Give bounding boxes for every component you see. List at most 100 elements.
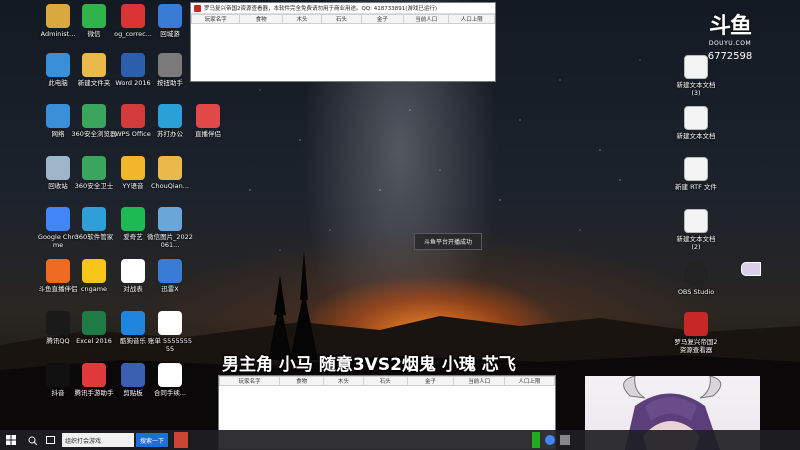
- desktop-icon[interactable]: 新建 RTF 文件: [673, 157, 719, 191]
- room-number: 6772598: [707, 51, 753, 62]
- taskbar-app-3[interactable]: [560, 435, 570, 445]
- search-icon: [28, 436, 37, 445]
- doc-file-icon: [158, 363, 182, 387]
- douyu-domain: DOUYU.COM: [708, 40, 752, 47]
- search-taskbar-icon[interactable]: [24, 432, 40, 448]
- column-header[interactable]: 人口上限: [503, 376, 556, 386]
- resource-table: 玩家名字 食物 木头 石头 金子 当前人口 人口上限: [190, 14, 495, 24]
- obs-icon: [684, 262, 708, 286]
- desktop-icon[interactable]: 迅雷X: [147, 259, 193, 293]
- column-header[interactable]: 当前人口: [403, 14, 450, 24]
- column-header[interactable]: 人口上限: [448, 14, 495, 24]
- 360-guard-icon: [82, 156, 106, 180]
- clipboard-icon: [121, 363, 145, 387]
- desktop-icon-label: 新建 RTF 文件: [675, 183, 717, 191]
- wps-icon: [121, 104, 145, 128]
- 360-software-icon: [82, 207, 106, 231]
- desktop-icon-label: 迅雷X: [161, 285, 179, 293]
- desktop-icon-label: 新建文本文档 (2): [676, 235, 716, 251]
- live-companion-icon: [196, 104, 220, 128]
- text-file-icon: [684, 209, 708, 233]
- stream-started-toast: 斗鱼平台开播成功: [414, 233, 482, 250]
- 360-browser-icon: [82, 104, 106, 128]
- desktop-icon-label: 合同手续...: [153, 389, 187, 397]
- column-header[interactable]: 石头: [363, 376, 408, 386]
- taskbar-app-green[interactable]: [532, 432, 540, 448]
- sudabangong-icon: [158, 104, 182, 128]
- kugou-icon: [121, 311, 145, 335]
- user-folder-icon: [46, 4, 70, 28]
- column-header[interactable]: 金子: [406, 376, 455, 386]
- desktop-icon[interactable]: 微信图片_2022061...: [147, 207, 193, 249]
- helper-icon: [158, 53, 182, 77]
- taskbar-app-1[interactable]: [174, 432, 189, 448]
- game-icon: [158, 4, 182, 28]
- desktop-icon[interactable]: ChouQian...: [147, 156, 193, 190]
- cngame-icon: [82, 259, 106, 283]
- column-header[interactable]: 石头: [321, 14, 362, 24]
- rtf-file-icon: [684, 157, 708, 181]
- text-file-icon: [121, 259, 145, 283]
- douyu-logo: 斗鱼: [708, 14, 752, 39]
- column-header[interactable]: 当前人口: [453, 376, 505, 386]
- desktop-icon[interactable]: 合同手续...: [147, 363, 193, 397]
- column-header[interactable]: 食物: [239, 14, 283, 24]
- stream-subtitle: 男主角 小马 随意3VS2烟鬼 小瑰 芯飞: [222, 355, 516, 375]
- window-titlebar[interactable]: 罗马复兴帝国2资源查看器，本软件完全免费请勿用于商业用途。QQ: 4187338…: [191, 3, 495, 14]
- recycle-bin-icon: [46, 156, 70, 180]
- column-header[interactable]: 食物: [279, 376, 324, 386]
- yy-icon: [121, 156, 145, 180]
- search-input-text: 组织打会游戏: [65, 437, 102, 445]
- folder-icon: [158, 156, 182, 180]
- word-icon: [121, 53, 145, 77]
- desktop-icon-label: 回城游: [160, 30, 180, 38]
- app-icon: [194, 4, 201, 12]
- desktop-icon-label: 微信图片_2022061...: [147, 233, 193, 249]
- desktop-icon-label: ChouQian...: [151, 182, 189, 190]
- roman-app-icon: [684, 312, 708, 336]
- tencent-mobile-game-icon: [82, 363, 106, 387]
- network-icon: [46, 104, 70, 128]
- desktop-icon-label: 按扭助手: [157, 79, 183, 87]
- desktop-icon[interactable]: 新建文本文档: [673, 106, 719, 140]
- wechat-icon: [82, 4, 106, 28]
- search-button[interactable]: 搜索一下: [136, 433, 169, 447]
- column-header[interactable]: 玩家名字: [190, 14, 241, 24]
- column-header[interactable]: 玩家名字: [218, 376, 281, 386]
- qq-icon: [46, 311, 70, 335]
- search-input[interactable]: 组织打会游戏: [62, 433, 134, 447]
- table-header-row: 玩家名字 食物 木头 石头 金子 当前人口 人口上限: [218, 376, 556, 386]
- desktop-icon[interactable]: 回城游: [147, 4, 193, 38]
- side-tab[interactable]: [741, 262, 761, 276]
- taskbar: 组织打会游戏 搜索一下: [0, 430, 800, 450]
- desktop-icon-label: 新建文本文档 (3): [676, 81, 716, 97]
- douyu-watermark: 斗鱼 DOUYU.COM 6772598: [702, 8, 758, 62]
- column-header[interactable]: 金子: [360, 14, 405, 24]
- column-header[interactable]: 木头: [322, 376, 365, 386]
- column-header[interactable]: 木头: [281, 14, 323, 24]
- taskbar-app-chrome[interactable]: [545, 435, 555, 445]
- xunlei-icon: [158, 259, 182, 283]
- windows-logo-icon: [6, 435, 16, 445]
- image-file-icon: [158, 207, 182, 231]
- red-app-icon: [121, 4, 145, 28]
- desktop-icon[interactable]: 罗马复兴帝国2资源查看器: [673, 312, 719, 354]
- desktop-icon-label: 账单 555555555: [147, 337, 192, 353]
- task-view-icon: [45, 436, 55, 444]
- desktop-icon[interactable]: 直播伴侣: [185, 104, 231, 138]
- iqiyi-icon: [121, 207, 145, 231]
- window-title: 罗马复兴帝国2资源查看器，本软件完全免费请勿用于商业用途。QQ: 4187338…: [204, 6, 438, 12]
- resource-viewer-window[interactable]: 罗马复兴帝国2资源查看器，本软件完全免费请勿用于商业用途。QQ: 4187338…: [190, 2, 496, 82]
- desktop-icon-label: 直播伴侣: [195, 130, 221, 138]
- start-button[interactable]: [0, 430, 22, 450]
- desktop-icon[interactable]: 新建文本文档 (2): [673, 209, 719, 251]
- task-view-button[interactable]: [44, 432, 56, 448]
- desktop-icon[interactable]: 按扭助手: [147, 53, 193, 87]
- douyu-live-icon: [46, 259, 70, 283]
- desktop-icon[interactable]: 账单 555555555: [147, 311, 193, 353]
- folder-icon: [82, 53, 106, 77]
- desktop-icon-label: OBS Studio: [677, 288, 715, 296]
- excel-icon: [82, 311, 106, 335]
- desktop-icon-label: 新建文本文档: [676, 132, 716, 140]
- desktop-icon[interactable]: OBS Studio: [673, 262, 719, 296]
